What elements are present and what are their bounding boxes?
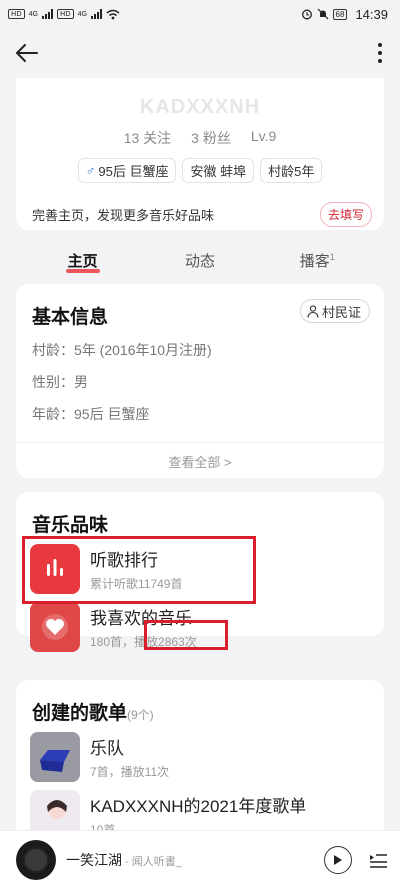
playlists-count: (9个) <box>127 708 154 722</box>
basic-info-title: 基本信息 <box>32 307 109 328</box>
liked-music-item[interactable]: 我喜欢的音乐 180首，播放2863次 <box>30 602 370 654</box>
queue-icon <box>370 853 387 868</box>
top-navigation <box>0 28 400 78</box>
playlist-title: KADXXXNH的2021年度歌单 <box>90 797 307 816</box>
network-type-1: 4G <box>28 10 38 18</box>
ranking-thumbnail <box>30 544 80 594</box>
signal-icon <box>42 9 53 19</box>
song-title: 一笑江湖 <box>66 851 122 868</box>
playlist-cover-image <box>30 732 80 782</box>
profile-tabs: 主页 动态 播客1 <box>0 240 400 276</box>
playlist-subtitle: 7首，播放11次 <box>90 765 170 779</box>
alarm-icon <box>301 9 312 20</box>
tab-podcast[interactable]: 播客1 <box>282 240 352 276</box>
info-value: 男 <box>74 374 88 390</box>
network-type-2: 4G <box>77 10 87 18</box>
info-row-account-age: 村龄：5年 (2016年10月注册) <box>32 340 212 360</box>
playlists-title-text: 创建的歌单 <box>32 703 128 724</box>
username: KADXXXNH <box>139 96 261 118</box>
info-row-gender: 性别：男 <box>32 372 88 392</box>
fill-profile-button[interactable]: 去填写 <box>319 202 372 227</box>
album-disc[interactable] <box>16 839 56 880</box>
back-button[interactable] <box>14 40 40 66</box>
tag-label: 安徽 蚌埠 <box>190 164 247 179</box>
tag-label: 95后 巨蟹座 <box>98 164 169 179</box>
battery-icon: 68 <box>332 8 348 20</box>
male-icon: ♂ <box>85 163 96 178</box>
bar-chart-icon <box>47 559 63 576</box>
tag-age-zodiac: ♂ 95后 巨蟹座 <box>77 158 177 183</box>
playlist-title: 乐队 <box>90 739 124 758</box>
info-label: 性别： <box>32 374 74 390</box>
signal-icon-2 <box>91 9 102 19</box>
tab-label: 播客 <box>299 253 330 270</box>
status-time: 14:39 <box>355 6 388 22</box>
info-label: 年龄： <box>32 406 74 422</box>
playlist-cover <box>30 732 80 782</box>
ranking-title: 听歌排行 <box>90 551 158 570</box>
back-arrow-icon <box>16 44 38 62</box>
tab-badge: 1 <box>329 252 335 262</box>
tag-location: 安徽 蚌埠 <box>182 158 255 183</box>
complete-profile-hint: 完善主页，发现更多音乐好品味 <box>32 208 215 223</box>
more-options-button[interactable] <box>374 40 386 66</box>
playlist-queue-button[interactable] <box>368 850 388 870</box>
listening-ranking-item[interactable]: 听歌排行 累计听歌11749首 <box>30 544 370 596</box>
info-value: 5年 (2016年10月注册) <box>74 342 212 358</box>
view-all-button[interactable]: 查看全部 > <box>16 442 384 478</box>
user-level[interactable]: Lv.9 <box>251 128 276 148</box>
more-dots-icon <box>378 43 382 47</box>
ranking-subtitle: 累计听歌11749首 <box>90 577 183 591</box>
now-playing[interactable]: 一笑江湖 - 闻人听書_ <box>66 850 324 870</box>
sim1-badge: HD <box>8 9 25 19</box>
profile-card: KADXXXNH 13 关注 3 粉丝 Lv.9 ♂ 95后 巨蟹座 安徽 蚌埠… <box>16 78 384 230</box>
mini-player[interactable]: 一笑江湖 - 闻人听書_ <box>0 830 400 888</box>
active-tab-indicator <box>65 269 100 273</box>
music-taste-title: 音乐品味 <box>32 515 109 536</box>
created-playlists-title: 创建的歌单(9个) <box>32 698 154 725</box>
sim2-badge: HD <box>57 9 74 19</box>
info-row-age: 年龄：95后 巨蟹座 <box>32 404 149 424</box>
mute-bell-icon <box>317 8 328 20</box>
tab-label: 动态 <box>184 253 215 270</box>
wifi-icon <box>106 9 120 19</box>
play-icon <box>334 854 342 865</box>
follow-count[interactable]: 13 关注 <box>124 128 171 148</box>
fans-count[interactable]: 3 粉丝 <box>191 128 231 148</box>
basic-info-card: 基本信息 村民证 村龄：5年 (2016年10月注册) 性别：男 年龄：95后 … <box>16 284 384 478</box>
liked-music-thumbnail <box>30 602 80 652</box>
tag-account-age: 村龄5年 <box>260 158 323 183</box>
profile-footer: 完善主页，发现更多音乐好品味 去填写 <box>32 202 372 227</box>
village-id-label: 村民证 <box>321 304 361 320</box>
profile-tags: ♂ 95后 巨蟹座 安徽 蚌埠 村龄5年 <box>16 158 384 183</box>
tag-label: 村龄5年 <box>268 164 315 179</box>
info-label: 村龄： <box>32 342 74 358</box>
music-taste-card: 音乐品味 听歌排行 累计听歌11749首 我喜欢的音乐 180首，播放2863次 <box>16 492 384 652</box>
person-icon <box>307 304 319 318</box>
status-bar: HD 4G HD 4G 68 14:39 <box>0 0 400 28</box>
song-artist: - 闻人听書_ <box>122 855 182 868</box>
playlist-item[interactable]: 乐队 7首，播放11次 <box>30 732 370 784</box>
info-value: 95后 巨蟹座 <box>74 406 150 422</box>
profile-stats: 13 关注 3 粉丝 Lv.9 <box>16 128 384 148</box>
heart-icon <box>42 614 68 640</box>
village-id-button[interactable]: 村民证 <box>299 299 370 323</box>
tab-activity[interactable]: 动态 <box>165 240 235 276</box>
liked-music-subtitle: 180首，播放2863次 <box>90 635 197 649</box>
tab-label: 主页 <box>67 253 98 270</box>
liked-music-title: 我喜欢的音乐 <box>90 609 192 628</box>
album-art-icon <box>23 846 49 873</box>
tab-home[interactable]: 主页 <box>48 240 118 276</box>
play-button[interactable] <box>324 845 352 874</box>
